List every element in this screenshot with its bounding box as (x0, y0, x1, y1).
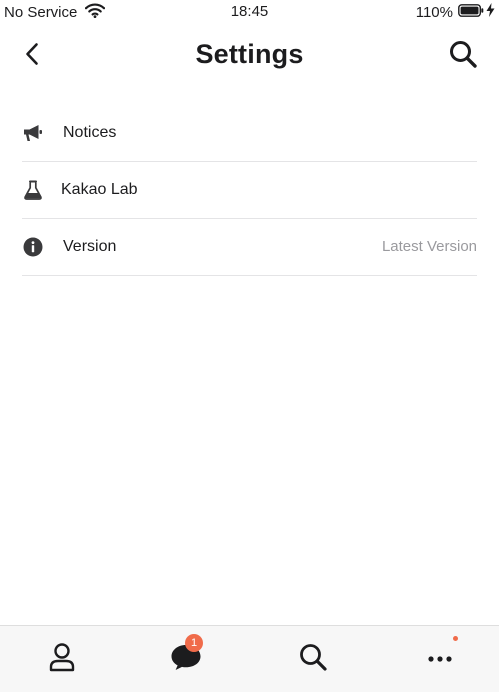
flask-icon (22, 179, 44, 201)
settings-row-label: Notices (63, 124, 117, 141)
battery-percent: 110% (415, 3, 453, 21)
settings-row-label: Kakao Lab (61, 181, 138, 198)
person-icon (48, 642, 76, 677)
tab-friends[interactable] (0, 626, 124, 692)
tab-more[interactable] (378, 626, 499, 692)
more-icon (427, 650, 453, 668)
megaphone-icon (22, 122, 44, 144)
tab-bar: 1 (0, 625, 499, 692)
version-value: Latest Version (381, 238, 477, 255)
tab-chats[interactable] (124, 626, 248, 692)
charging-bolt-icon (486, 3, 495, 21)
settings-row-kakao-lab[interactable]: Kakao Lab (22, 162, 477, 219)
settings-row-version[interactable]: Version Latest Version (22, 219, 477, 276)
notification-dot (453, 636, 458, 641)
battery-icon (458, 3, 484, 21)
settings-list: Notices Kakao Lab Version Latest Version (22, 105, 477, 276)
tab-search[interactable] (251, 626, 375, 692)
header: Settings (0, 30, 499, 82)
info-icon (22, 236, 44, 258)
unread-badge: 1 (185, 634, 203, 652)
search-icon (448, 39, 478, 74)
settings-row-notices[interactable]: Notices (22, 105, 477, 162)
status-right: 110% (416, 3, 495, 21)
page-title: Settings (195, 39, 304, 69)
status-bar: No Service 18:45 110% (0, 0, 499, 24)
header-search-button[interactable] (445, 38, 481, 74)
settings-row-label: Version (63, 238, 117, 255)
search-icon (298, 642, 328, 677)
